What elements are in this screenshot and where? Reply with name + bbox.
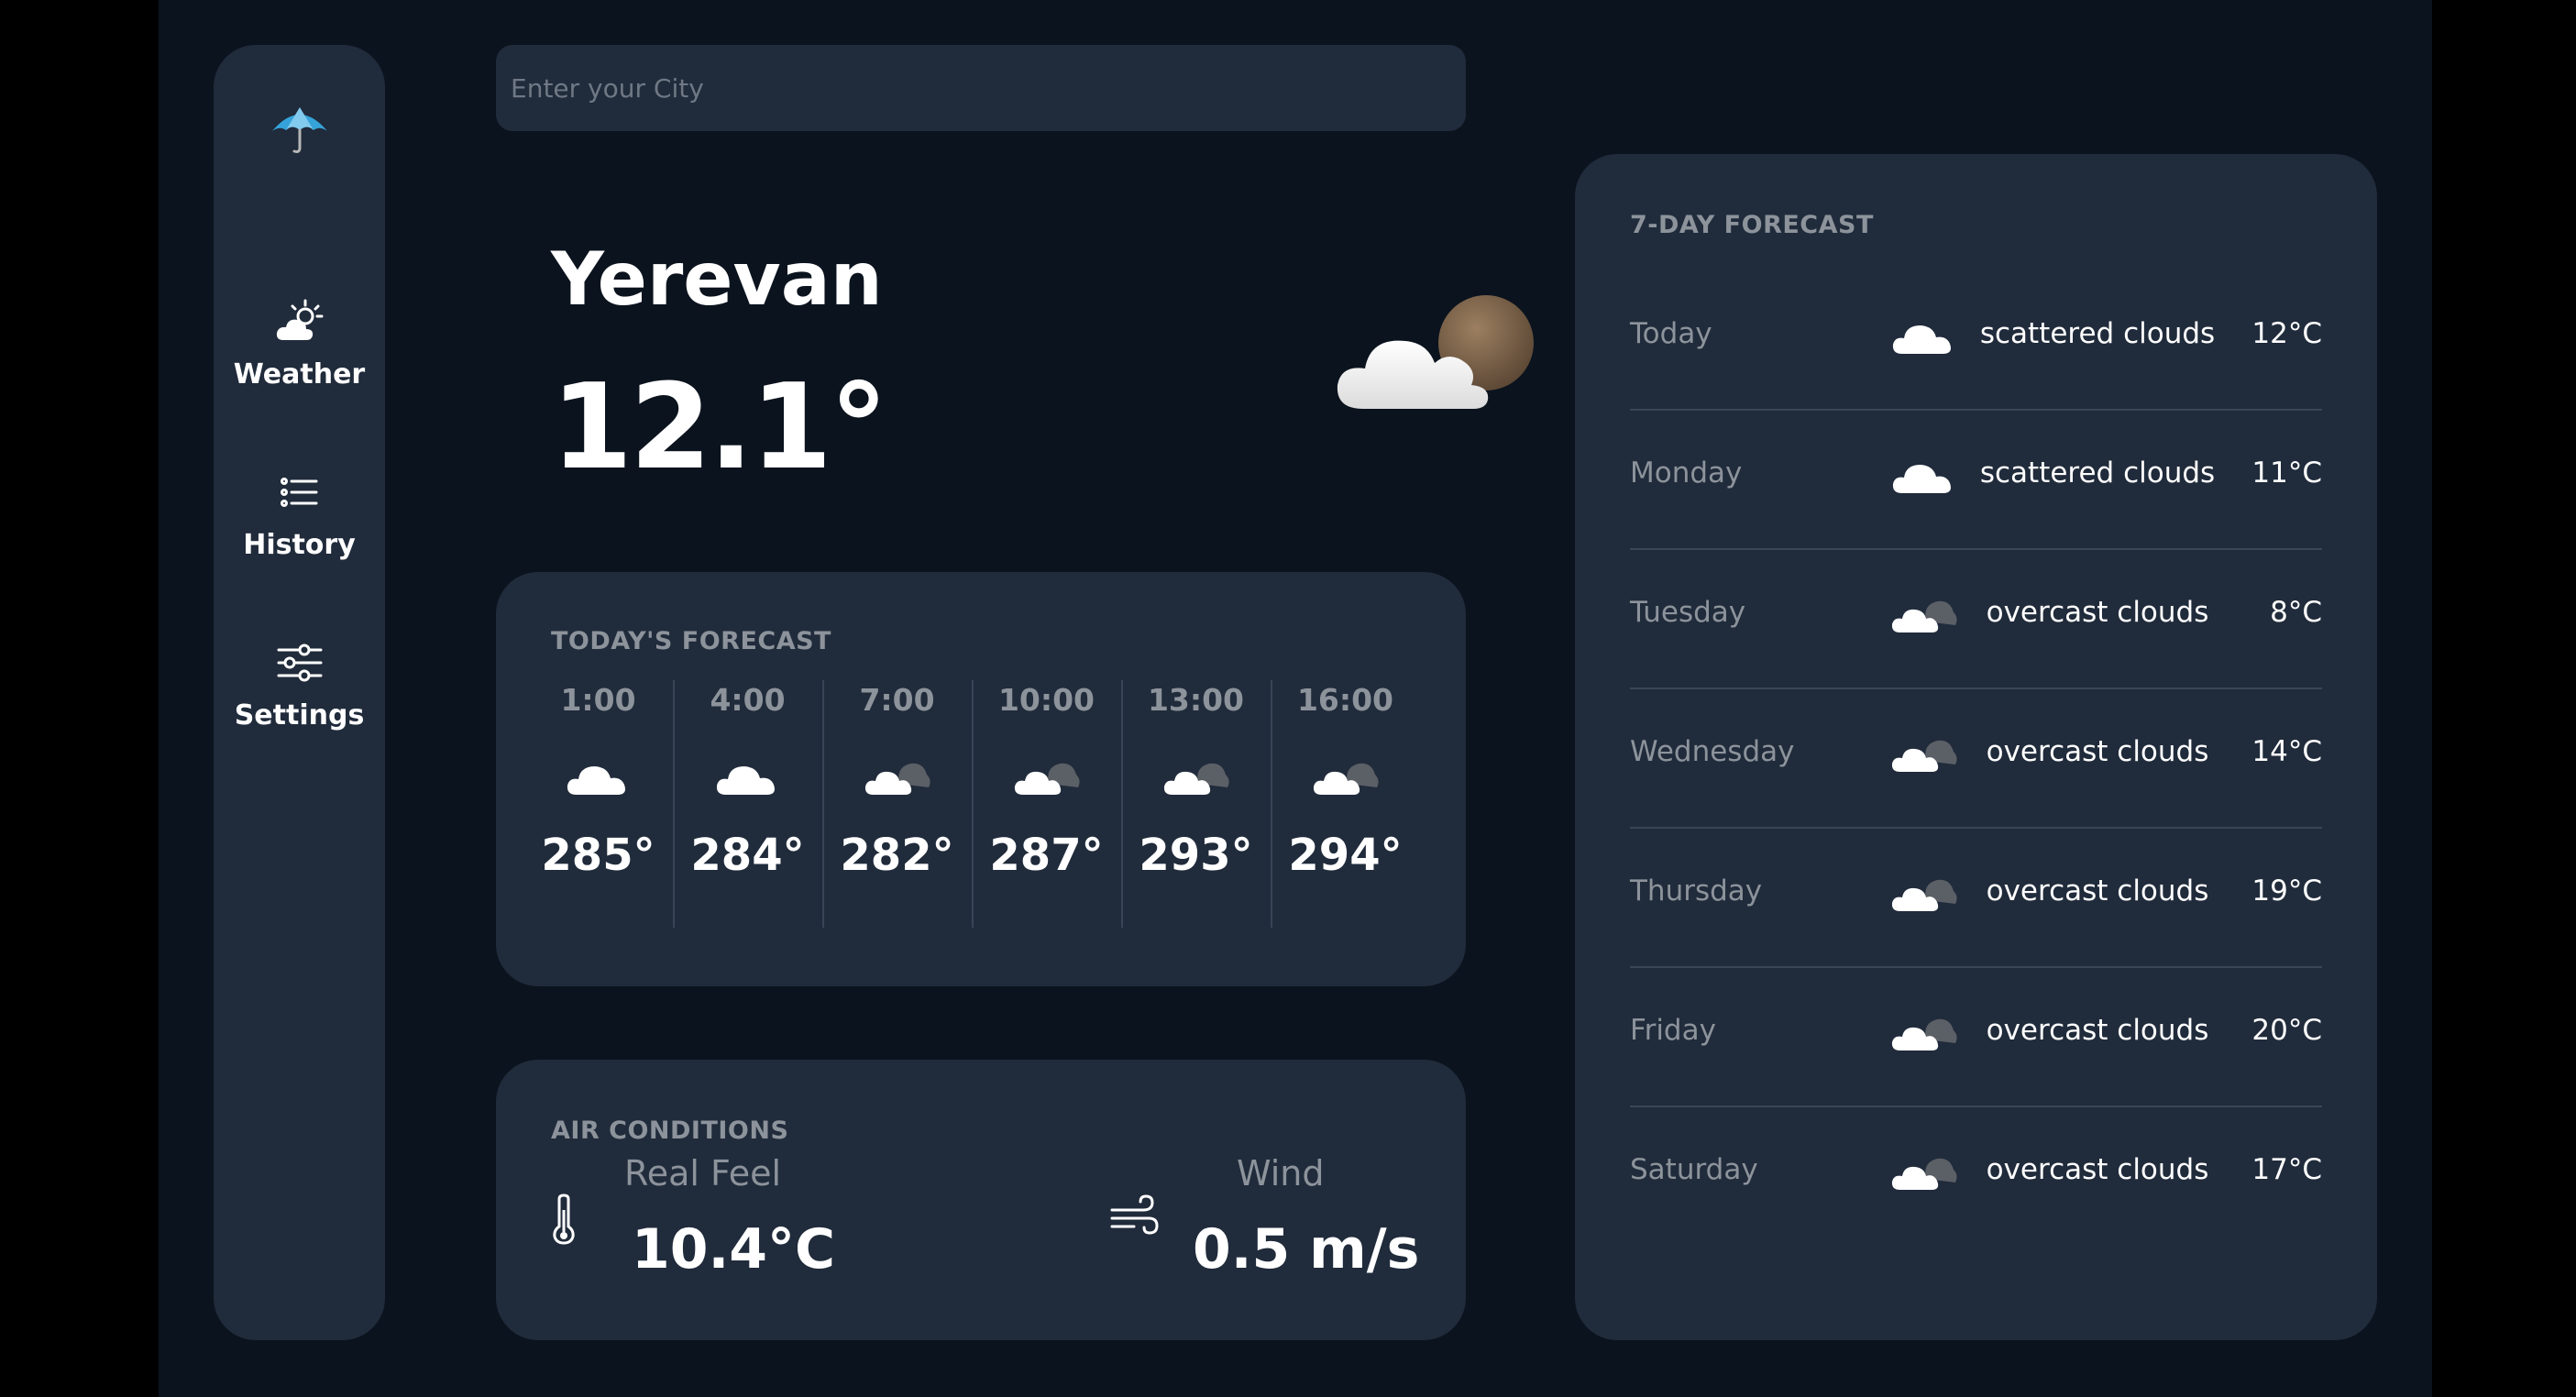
cloud-moon-icon <box>1332 292 1543 420</box>
hourly-forecast-item: 16:00 294° <box>1271 680 1420 928</box>
day-temperature: 19°C <box>2251 874 2322 908</box>
weather-app: Weather History Settings Enter your City… <box>159 0 2432 1397</box>
cloud-icon <box>673 751 822 802</box>
wind-icon <box>1108 1194 1160 1243</box>
sidebar-item-label: Settings <box>234 699 365 732</box>
day-temperature: 12°C <box>2251 317 2322 350</box>
day-description: scattered clouds <box>1979 317 2216 350</box>
umbrella-icon[interactable] <box>214 102 385 193</box>
day-description: overcast clouds <box>1986 874 2209 908</box>
day-temperature: 20°C <box>2251 1014 2322 1047</box>
seven-day-forecast-panel: 7-DAY FORECAST Today scattered clouds 12°C… <box>1575 154 2377 1340</box>
real-feel-label: Real Feel <box>624 1153 782 1194</box>
city-search-input[interactable] <box>496 45 1466 131</box>
seven-day-forecast-title: 7-DAY FORECAST <box>1630 211 1874 239</box>
day-description: overcast clouds <box>1986 1153 2209 1186</box>
sidebar-item-history[interactable]: History <box>214 468 385 561</box>
sidebar: Weather History Settings <box>214 45 385 1340</box>
day-temperature: 8°C <box>2270 596 2322 629</box>
cloud-icon <box>523 751 673 802</box>
current-temperature: 12.1° <box>551 359 888 496</box>
wind-value: 0.5 m/s <box>1193 1217 1420 1282</box>
day-name: Wednesday <box>1630 735 1795 768</box>
overcast-icon <box>1121 751 1271 802</box>
day-name: Today <box>1630 317 1712 350</box>
day-forecast-row: Tuesday overcast clouds 8°C <box>1630 548 2322 689</box>
day-description: overcast clouds <box>1986 1014 2209 1047</box>
day-name: Monday <box>1630 456 1743 490</box>
sidebar-item-settings[interactable]: Settings <box>214 639 385 732</box>
hour-time: 7:00 <box>859 682 935 718</box>
air-conditions-title: AIR CONDITIONS <box>551 1116 789 1145</box>
day-forecast-row: Friday overcast clouds 20°C <box>1630 966 2322 1107</box>
day-forecast-row: Wednesday overcast clouds 14°C <box>1630 688 2322 829</box>
day-name: Tuesday <box>1630 596 1746 629</box>
weather-icon <box>214 298 385 349</box>
day-description: scattered clouds <box>1979 456 2216 490</box>
day-temperature: 17°C <box>2251 1153 2322 1186</box>
hour-temperature: 285° <box>541 830 655 881</box>
hourly-forecast-item: 13:00 293° <box>1121 680 1272 928</box>
day-forecast-row: Today scattered clouds 12°C <box>1630 270 2322 411</box>
hour-time: 1:00 <box>560 682 636 718</box>
hour-temperature: 287° <box>989 830 1104 881</box>
sliders-icon <box>214 639 385 690</box>
real-feel-value: 10.4°C <box>632 1217 836 1282</box>
day-temperature: 14°C <box>2251 735 2322 768</box>
day-forecast-row: Thursday overcast clouds 19°C <box>1630 827 2322 968</box>
sidebar-item-label: History <box>243 529 356 561</box>
overcast-icon <box>822 751 972 802</box>
hourly-forecast-item: 7:00 282° <box>822 680 974 928</box>
day-forecast-row: Saturday overcast clouds 17°C <box>1630 1106 2322 1245</box>
day-description: overcast clouds <box>1986 596 2209 629</box>
hour-temperature: 284° <box>690 830 805 881</box>
sidebar-item-label: Weather <box>233 358 366 390</box>
todays-forecast-panel: TODAY'S FORECAST 1:00 285° 4:00 284° 7:00 282… <box>496 572 1466 986</box>
city-name: Yerevan <box>551 236 883 322</box>
sidebar-item-weather[interactable]: Weather <box>214 298 385 390</box>
hourly-forecast-item: 10:00 287° <box>972 680 1123 928</box>
hour-temperature: 282° <box>840 830 954 881</box>
hour-time: 16:00 <box>1296 682 1394 718</box>
list-icon <box>214 468 385 520</box>
hourly-forecast-item: 1:00 285° <box>523 680 675 928</box>
day-name: Thursday <box>1630 874 1763 908</box>
hour-time: 4:00 <box>710 682 786 718</box>
hour-temperature: 294° <box>1288 830 1403 881</box>
overcast-icon <box>1271 751 1420 802</box>
hourly-forecast-item: 4:00 284° <box>673 680 824 928</box>
day-temperature: 11°C <box>2251 456 2322 490</box>
day-name: Saturday <box>1630 1153 1758 1186</box>
wind-label: Wind <box>1237 1153 1325 1194</box>
day-description: overcast clouds <box>1986 735 2209 768</box>
overcast-icon <box>972 751 1121 802</box>
hour-time: 10:00 <box>997 682 1095 718</box>
air-conditions-panel: AIR CONDITIONS Real Feel 10.4°C Wind 0.5… <box>496 1060 1466 1340</box>
thermometer-icon <box>551 1194 577 1248</box>
hour-temperature: 293° <box>1139 830 1253 881</box>
hour-time: 13:00 <box>1147 682 1245 718</box>
todays-forecast-title: TODAY'S FORECAST <box>551 627 831 655</box>
day-name: Friday <box>1630 1014 1716 1047</box>
day-forecast-row: Monday scattered clouds 11°C <box>1630 409 2322 550</box>
